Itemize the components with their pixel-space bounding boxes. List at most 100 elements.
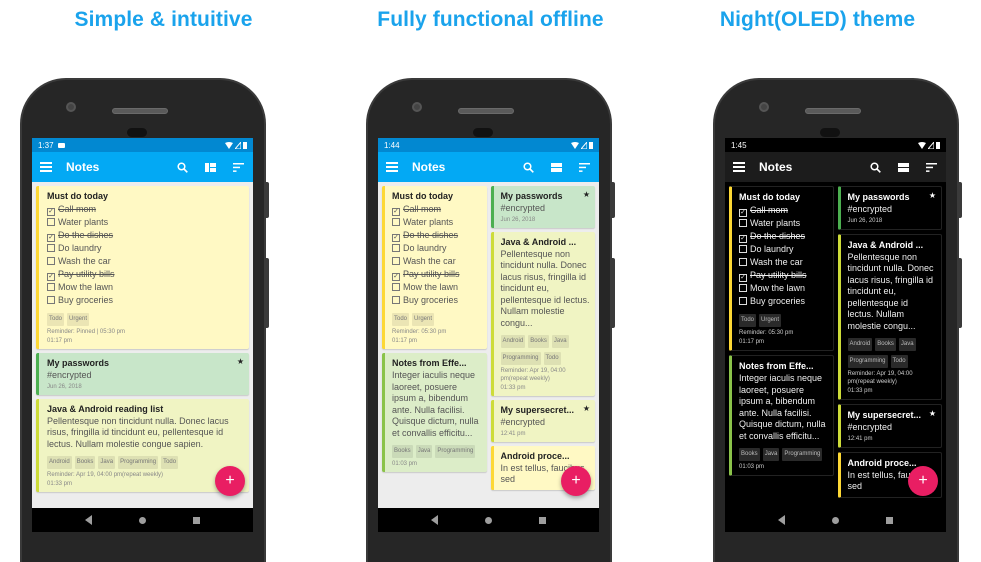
note-card-reading-list[interactable]: Java & Android ... Pellentesque non tinc… (837, 233, 942, 400)
note-card-must-do-today[interactable]: Must do today ✓ Call mom Water plants ✓ Do… (729, 186, 834, 351)
power-button (958, 182, 962, 218)
checklist-item[interactable]: Wash the car (739, 256, 828, 269)
note-card-must-do-today[interactable]: Must do today ✓ Call mom Water plants ✓ Do… (382, 186, 487, 349)
checkbox-icon[interactable] (47, 218, 55, 226)
checklist-item[interactable]: ✓ Pay utility bills (392, 268, 482, 281)
checklist-item[interactable]: ✓ Do the dishes (739, 230, 828, 243)
checkbox-icon[interactable] (47, 244, 55, 252)
speaker-grille (112, 108, 168, 114)
checklist-item[interactable]: Water plants (739, 217, 828, 230)
sort-icon[interactable] (231, 160, 245, 174)
note-body: Integer iaculis neque laoreet, posuere i… (739, 373, 826, 441)
tag-list: Books Java Programming (392, 442, 482, 459)
checklist-item[interactable]: ✓ Call mom (392, 203, 482, 216)
add-note-button[interactable]: + (908, 466, 938, 496)
checkbox-checked-icon[interactable]: ✓ (739, 209, 747, 217)
battery-icon (243, 142, 247, 149)
app-bar: Notes (378, 152, 599, 182)
menu-icon[interactable] (733, 160, 745, 175)
checklist-item[interactable]: Wash the car (47, 255, 242, 268)
checkbox-icon[interactable] (392, 244, 400, 252)
checkbox-checked-icon[interactable]: ✓ (47, 208, 55, 216)
checklist-item[interactable]: Buy groceries (47, 294, 242, 307)
list-layout-icon[interactable] (549, 160, 563, 174)
note-card-effective-notes[interactable]: Notes from Effe... Integer iaculis neque… (729, 355, 834, 476)
checkbox-icon[interactable] (739, 258, 747, 266)
note-title: Notes from Effe... (739, 361, 814, 371)
checklist-item[interactable]: Buy groceries (739, 295, 828, 308)
note-time: 01:17 pm (47, 338, 73, 344)
note-card-must-do-today[interactable]: Must do today ✓ Call mom Water plants ✓ Do… (36, 186, 249, 349)
pinned-star-icon: ★ (582, 190, 590, 199)
checkbox-checked-icon[interactable]: ✓ (47, 234, 55, 242)
checkbox-icon[interactable] (739, 219, 747, 227)
note-card-reading-list[interactable]: Java & Android ... Pellentesque non tinc… (490, 231, 595, 396)
checkbox-icon[interactable] (392, 218, 400, 226)
back-icon[interactable] (778, 515, 786, 525)
note-card-my-passwords[interactable]: ★ My passwords #encrypted Jun 26, 2018 (490, 186, 595, 228)
checkbox-icon[interactable] (392, 283, 400, 291)
note-card-supersecret[interactable]: ★ My supersecret... #encrypted 12:41 pm (837, 404, 942, 448)
checklist-item[interactable]: ✓ Do the dishes (392, 229, 482, 242)
checklist-item[interactable]: Buy groceries (392, 294, 482, 307)
grid-layout-icon[interactable] (203, 160, 217, 174)
note-time: 12:41 pm (500, 430, 526, 437)
note-card-supersecret[interactable]: ★ My supersecret... #encrypted 12:41 pm (490, 400, 595, 442)
checkbox-checked-icon[interactable]: ✓ (739, 235, 747, 243)
search-icon[interactable] (521, 160, 535, 174)
checklist-item[interactable]: ✓ Pay utility bills (739, 269, 828, 282)
back-icon[interactable] (431, 515, 439, 525)
search-icon[interactable] (175, 160, 189, 174)
checklist-item[interactable]: ✓ Do the dishes (47, 229, 242, 242)
status-bar: 1:37 (32, 138, 253, 152)
checkbox-icon[interactable] (739, 284, 747, 292)
home-icon[interactable] (831, 516, 839, 524)
note-title: My passwords (847, 192, 910, 202)
checkbox-checked-icon[interactable]: ✓ (739, 274, 747, 282)
checkbox-icon[interactable] (739, 245, 747, 253)
reminder-text: Reminder: Apr 19, 04:00 pm(repeat weekly… (847, 371, 913, 385)
sort-icon[interactable] (924, 160, 938, 174)
note-card-my-passwords[interactable]: ★ My passwords #encrypted Jun 26, 2018 (36, 353, 249, 395)
checklist-item[interactable]: Do laundry (392, 242, 482, 255)
checkbox-icon[interactable] (392, 257, 400, 265)
checkbox-checked-icon[interactable]: ✓ (47, 273, 55, 281)
note-card-my-passwords[interactable]: ★ My passwords #encrypted Jun 26, 2018 (837, 186, 942, 230)
checklist-item[interactable]: ✓ Pay utility bills (47, 268, 242, 281)
recent-apps-icon[interactable] (538, 516, 546, 524)
menu-icon[interactable] (386, 160, 398, 175)
checklist-item[interactable]: Do laundry (47, 242, 242, 255)
checkbox-icon[interactable] (47, 257, 55, 265)
checkbox-checked-icon[interactable]: ✓ (392, 273, 400, 281)
checklist-item[interactable]: ✓ Call mom (47, 203, 242, 216)
add-note-button[interactable]: + (561, 466, 591, 496)
checklist-item[interactable]: Water plants (392, 216, 482, 229)
search-icon[interactable] (868, 160, 882, 174)
reminder-text: Reminder: 05:30 pm (739, 330, 794, 336)
checkbox-icon[interactable] (739, 297, 747, 305)
list-layout-icon[interactable] (896, 160, 910, 174)
sort-icon[interactable] (577, 160, 591, 174)
note-card-effective-notes[interactable]: Notes from Effe... Integer iaculis neque… (382, 353, 487, 472)
checkbox-icon[interactable] (47, 296, 55, 304)
checkbox-checked-icon[interactable]: ✓ (392, 234, 400, 242)
checkbox-checked-icon[interactable]: ✓ (392, 208, 400, 216)
checklist-item[interactable]: Mow the lawn (47, 281, 242, 294)
recent-apps-icon[interactable] (192, 516, 200, 524)
recent-apps-icon[interactable] (885, 516, 893, 524)
back-icon[interactable] (85, 515, 93, 525)
home-icon[interactable] (484, 516, 492, 524)
pinned-star-icon: ★ (928, 409, 936, 418)
checkbox-icon[interactable] (47, 283, 55, 291)
checklist-item[interactable]: Mow the lawn (739, 282, 828, 295)
home-icon[interactable] (138, 516, 146, 524)
checkbox-icon[interactable] (392, 296, 400, 304)
checklist-item[interactable]: Do laundry (739, 243, 828, 256)
menu-icon[interactable] (40, 160, 52, 175)
checklist-item[interactable]: Water plants (47, 216, 242, 229)
checklist-item[interactable]: Wash the car (392, 255, 482, 268)
checklist-item[interactable]: Mow the lawn (392, 281, 482, 294)
note-date: Jun 26, 2018 (500, 216, 536, 223)
checklist-item[interactable]: ✓ Call mom (739, 204, 828, 217)
add-note-button[interactable]: + (215, 466, 245, 496)
